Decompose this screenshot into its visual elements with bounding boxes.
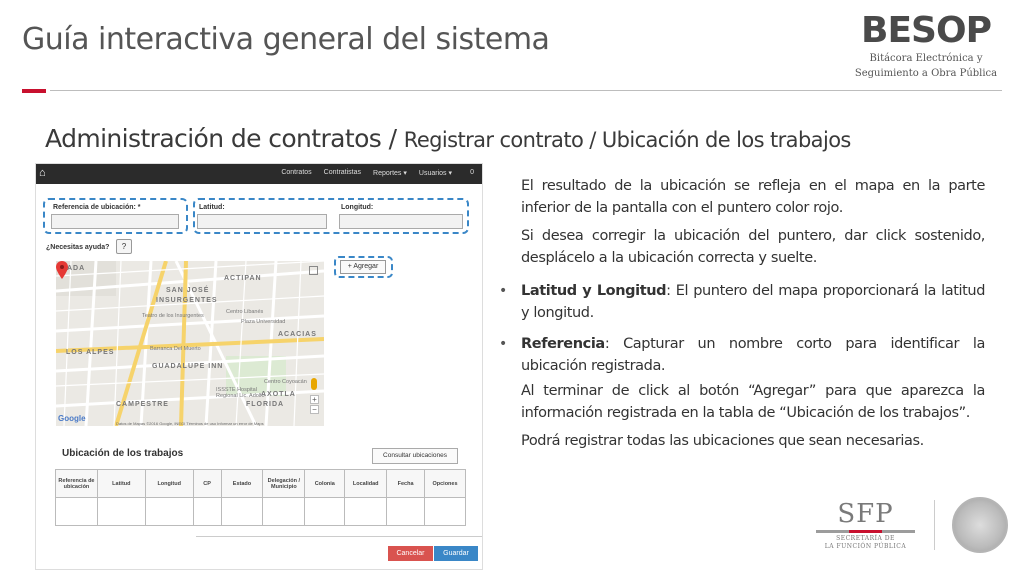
sfp-logo: SFP SECRETARÍA DE LA FUNCIÓN PÚBLICA — [808, 500, 923, 551]
save-button[interactable]: Guardar — [434, 546, 478, 561]
instruction-p1: El resultado de la ubicación se refleja … — [521, 178, 985, 216]
table-cell — [192, 497, 222, 526]
table-cell — [55, 497, 98, 526]
instruction-p4: Podrá registrar todas las ubicaciones qu… — [521, 433, 924, 449]
map-label-san-jose: SAN JOSÉ — [166, 287, 210, 294]
table-cell — [424, 497, 466, 526]
location-map[interactable]: ICADA ACTIPAN SAN JOSÉ INSURGENTES ACACI… — [56, 261, 324, 426]
agregar-highlight: + Agregar — [334, 256, 393, 278]
nav-item-contratos[interactable]: Contratos — [281, 169, 311, 177]
section-main: Administración de contratos / — [45, 124, 397, 153]
map-poi-teatro: Teatro de los Insurgentes — [142, 313, 204, 319]
consultar-button[interactable]: Consultar ubicaciones — [372, 448, 458, 464]
table-cell — [220, 497, 264, 526]
map-label-florida: FLORIDA — [246, 401, 285, 408]
national-seal-icon — [952, 497, 1008, 553]
map-label-guadalupe-inn: GUADALUPE INN — [152, 363, 224, 370]
form-divider — [196, 536, 482, 537]
bullet-dot: • — [499, 283, 507, 299]
col-referencia: Referencia de ubicación — [55, 469, 98, 498]
map-label-los-alpes: LOS ALPES — [66, 349, 115, 356]
coordinates-highlight: Latitud: Longitud: — [193, 198, 469, 234]
bullet-1-term: Latitud y Longitud — [521, 283, 667, 299]
table-row — [55, 497, 466, 526]
nav-menu: Contratos Contratistas Reportes ▾ Usuari… — [281, 169, 452, 177]
col-estado: Estado — [220, 469, 264, 498]
bullet-2-term: Referencia — [521, 336, 605, 352]
streetview-icon[interactable] — [311, 378, 317, 390]
zoom-in-icon[interactable]: + — [310, 395, 319, 404]
notification-count[interactable]: 0 — [470, 169, 474, 176]
app-screenshot: ⌂ Contratos Contratistas Reportes ▾ Usua… — [35, 163, 483, 570]
map-label-actipan: ACTIPAN — [224, 275, 262, 282]
agregar-button[interactable]: + Agregar — [340, 260, 386, 274]
bullet-lat-lng: • Latitud y Longitud: El puntero del map… — [499, 281, 985, 324]
sfp-line-1: SECRETARÍA DE — [836, 535, 895, 542]
logo-line-1: Bitácora Electrónica y — [869, 53, 983, 64]
besop-logo: BESOP Bitácora Electrónica y Seguimiento… — [846, 12, 1006, 80]
nav-item-reportes[interactable]: Reportes ▾ — [373, 169, 407, 177]
map-label-acacias: ACACIAS — [278, 331, 317, 338]
col-latitud: Latitud — [96, 469, 146, 498]
section-title: Administración de contratos / Registrar … — [45, 124, 851, 153]
title-accent-bar — [22, 89, 46, 93]
longitude-label: Longitud: — [341, 204, 374, 211]
zoom-out-icon[interactable]: − — [310, 405, 319, 414]
table-cell — [386, 497, 426, 526]
table-cell — [344, 497, 388, 526]
table-cell — [304, 497, 346, 526]
instructions: El resultado de la ubicación se refleja … — [499, 176, 985, 460]
app-navbar: ⌂ Contratos Contratistas Reportes ▾ Usua… — [36, 164, 482, 184]
cancel-button[interactable]: Cancelar — [388, 546, 433, 561]
reference-label: Referencia de ubicación: * — [53, 204, 141, 211]
reference-highlight: Referencia de ubicación: * — [43, 198, 188, 234]
map-poi-issste: ISSSTE Hospital Regional Lic. Adolfo — [216, 387, 265, 399]
slide-title: Guía interactiva general del sistema — [22, 22, 550, 57]
logo-line-2: Seguimiento a Obra Pública — [854, 68, 998, 79]
table-cell — [262, 497, 306, 526]
map-poi-centro-coyoacan: Centro Coyoacán — [264, 379, 307, 385]
table-title: Ubicación de los trabajos — [62, 448, 184, 459]
map-poi-barranca: Barranca Del Muerto — [150, 346, 201, 352]
col-colonia: Colonia — [304, 469, 346, 498]
instruction-p3: Al terminar de click al botón “Agregar” … — [521, 383, 985, 421]
bullet-referencia: • Referencia: Capturar un nombre corto p… — [499, 334, 985, 377]
latitude-label: Latitud: — [199, 204, 225, 211]
table-header-row: Referencia de ubicación Latitud Longitud… — [55, 469, 466, 498]
table-cell — [96, 497, 146, 526]
map-label-insurgentes: INSURGENTES — [156, 297, 218, 304]
map-poi-centro-libanes: Centro Libanés — [226, 309, 264, 315]
logo-word: BESOP — [861, 10, 992, 51]
google-logo: Google — [58, 414, 86, 423]
home-icon[interactable]: ⌂ — [39, 167, 46, 179]
sfp-stripes — [816, 530, 915, 533]
title-divider — [50, 90, 1002, 91]
nav-item-usuarios[interactable]: Usuarios ▾ — [419, 169, 452, 177]
col-delegacion: Delegación / Municipio — [262, 469, 306, 498]
locations-table: Referencia de ubicación Latitud Longitud… — [55, 469, 466, 526]
section-sub: Registrar contrato / Ubicación de los tr… — [403, 128, 852, 152]
col-longitud: Longitud — [144, 469, 194, 498]
help-button[interactable]: ? — [116, 239, 132, 254]
logo-separator — [934, 500, 935, 550]
help-label: ¿Necesitas ayuda? — [46, 244, 110, 251]
bullet-dot: • — [499, 336, 507, 352]
longitude-input[interactable] — [339, 214, 463, 229]
col-localidad: Localidad — [344, 469, 388, 498]
map-credits: Datos de Mapas ©2016 Google, INEGI Térmi… — [116, 421, 264, 426]
sfp-line-2: LA FUNCIÓN PÚBLICA — [824, 543, 907, 550]
latitude-input[interactable] — [197, 214, 327, 229]
reference-input[interactable] — [51, 214, 179, 229]
instruction-p2: Si desea corregir la ubicación del punte… — [521, 228, 985, 266]
nav-item-contratistas[interactable]: Contratistas — [324, 169, 361, 177]
table-cell — [144, 497, 194, 526]
sfp-word: SFP — [837, 499, 894, 529]
map-poi-plaza-universidad: Plaza Universidad — [241, 319, 286, 325]
col-opciones: Opciones — [424, 469, 466, 498]
col-fecha: Fecha — [386, 469, 426, 498]
fullscreen-icon[interactable] — [309, 266, 318, 275]
map-label-campestre: CAMPESTRE — [116, 401, 169, 408]
col-cp: CP — [192, 469, 222, 498]
map-pin-icon[interactable] — [56, 261, 68, 279]
